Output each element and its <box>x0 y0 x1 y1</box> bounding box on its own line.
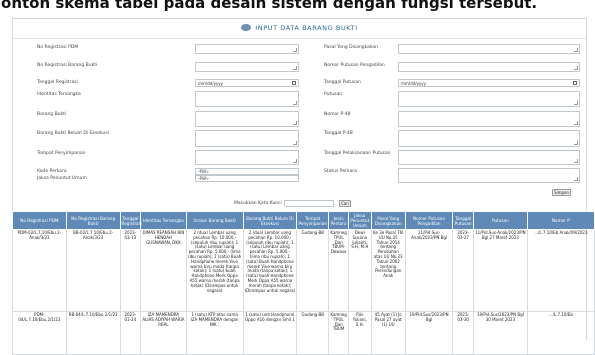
column-header: Barang Bukti Belum Di Eksekusi <box>242 211 298 230</box>
caption-text: Contoh skema tabel pada desain sistem de… <box>0 0 538 12</box>
label-pasal: Pasal Yang Disangkakan <box>324 45 379 50</box>
table-cell: RB-04/L.7.10/Ebu.2/1/23 <box>65 311 121 355</box>
table-cell: 45 Ayat (1) Jo Pasal 27 ayat (1) UU <box>370 311 406 355</box>
document-caption: Contoh skema tabel pada desain sistem de… <box>0 0 595 17</box>
label-tanggal-pelaksanaan: Tanggal Pelaksanaan Putusan <box>324 151 391 156</box>
search-button[interactable]: Cari <box>339 200 351 207</box>
input-status-perkara[interactable] <box>398 168 580 183</box>
table-cell: Gudang-BB <box>296 311 330 355</box>
input-nomor-p48[interactable] <box>398 111 580 127</box>
table-cell: 2 (dua) Lembar uang pecahan Rp. 10.000,-… <box>242 229 298 312</box>
table-cell: 1 (satu) KTP atas nama IZA MAMENDRA deng… <box>185 311 244 355</box>
column-header: Nomor Putusan Pengadilan <box>404 211 454 230</box>
label-tanggal-p48: Tanggal P-48 <box>324 131 353 136</box>
table-cell: Riki Yuliani, S.H. <box>347 311 372 355</box>
table-cell: IZA MAMENDRA ALIAS ADIYAH WARIA REAL <box>140 311 187 355</box>
input-tanggal-registrasi[interactable]: mm/dd/yyyy <box>195 79 299 87</box>
label-bb-belum-eksekusi: Barang Bukti Belum Di Eksekusi <box>37 131 109 136</box>
label-nomor-p48: Nomor P-48 <box>324 112 351 117</box>
table-cell: 19/Pid.Sus/2023/PN Bgl 30 Maret 2023 <box>472 311 528 355</box>
input-nomor-putusan[interactable] <box>398 62 580 72</box>
table-cell: 2 (dua) Lembar uang pecahan Rp. 10.000,-… <box>185 229 244 312</box>
calendar-icon[interactable] <box>292 81 296 85</box>
input-tempat-penyimpanan[interactable] <box>195 150 299 165</box>
input-tanggal-p48[interactable] <box>398 130 580 147</box>
app-logo-icon <box>241 23 252 31</box>
input-no-registrasi-pdm[interactable] <box>195 44 299 54</box>
table-cell: 2023-03-27 <box>452 229 474 312</box>
column-header: No Registrasi Barang Bukti <box>65 211 121 230</box>
label-tanggal-registrasi: Tanggal Registrasi <box>37 80 78 85</box>
label-no-registrasi-pdm: No Registrasi PDM <box>37 45 79 50</box>
column-header: Uraian Barang Bukti <box>185 211 244 230</box>
label-kode-perkara: Kode Perkara <box>37 169 67 174</box>
table-cell: PDM-02/L.7.10/Ebu.2-Anak/3/23 <box>12 229 67 312</box>
label-jaksa-penuntut-umum: Jaksa Penuntut Umum <box>37 176 87 181</box>
calendar-icon[interactable] <box>573 81 577 85</box>
column-header: Nomor P <box>526 211 595 230</box>
table-header-row: No Registrasi PDM No Registrasi Barang B… <box>12 211 595 230</box>
column-header: Jaksa Penuntut Umum <box>347 211 372 230</box>
label-barang-bukti: Barang Bukti <box>37 112 67 117</box>
table-cell: Kamneg TPUL Dan TBUM-Dewasa <box>328 229 349 312</box>
input-identitas-tersangka[interactable] <box>195 91 299 107</box>
data-table: No Registrasi PDM No Registrasi Barang B… <box>12 211 595 355</box>
page-title-text: Input Data Barang Bukti <box>255 24 358 32</box>
table-cell: Kamneg TPUL Dan TBUM <box>328 311 349 355</box>
column-header: Tempat Penyimpanan <box>296 211 330 230</box>
search-input[interactable] <box>284 200 334 207</box>
column-header: No Registrasi PDM <box>12 211 67 230</box>
input-no-registrasi-bb[interactable] <box>195 62 299 72</box>
column-header: Putusan <box>472 211 528 230</box>
table-row[interactable]: PDM-02/L.7.10/Ebu.2-Anak/3/23 BB-02/L.7.… <box>12 229 595 312</box>
input-barang-bukti[interactable] <box>195 111 299 127</box>
column-header: Tanggal Putusan <box>452 211 474 230</box>
table-cell: .../L.7.10/Eb <box>526 311 595 355</box>
table-cell: 11/Pid.Sus-Anak/2023/PN Bgl 27 Maret 202… <box>472 229 528 312</box>
input-tanggal-pelaksanaan[interactable] <box>398 150 580 165</box>
table-cell: Ke 3e Pasal 76I UU No.35 Tahun 2014 tent… <box>370 229 406 312</box>
label-no-registrasi-bb: No Registrasi Barang Bukti <box>37 63 98 68</box>
table-cell: BB-02/L.7.10/Ebu.2-Anak/3/23 <box>65 229 121 312</box>
table-cell: 2023-03-13 <box>119 229 142 312</box>
select-jaksa-value: -Pilih- <box>198 176 210 181</box>
input-putusan[interactable] <box>398 91 580 107</box>
title-divider <box>13 38 586 39</box>
column-header: Jenis Perkara <box>328 211 349 230</box>
table-cell: Dewi Susana Julianti, S.H, M.H <box>347 229 372 312</box>
label-status-perkara: Status Perkara <box>324 169 357 174</box>
table-cell: 1 (satu) unit Handphone Oppo A16 dengan … <box>242 311 298 355</box>
input-tanggal-putusan[interactable]: mm/dd/yyyy <box>398 79 580 87</box>
table-cell: .../L.7.10/Eb Anak/09/2023 <box>526 229 595 312</box>
column-header: Pasal Yang Disangkakan <box>370 211 406 230</box>
input-bb-belum-eksekusi[interactable] <box>195 130 299 147</box>
table-cell: 19/Pid.Sus/2023/PN Bgl <box>404 311 454 355</box>
label-tempat-penyimpanan: Tempat Penyimpanan <box>37 151 86 156</box>
input-pasal[interactable] <box>398 44 580 54</box>
table-cell: 2023-03-30 <box>452 311 474 355</box>
date-placeholder: mm/dd/yyyy <box>401 81 427 86</box>
select-jaksa-penuntut-umum[interactable]: -Pilih- <box>195 175 299 182</box>
column-header: Identitas Tersangka <box>140 211 187 230</box>
date-placeholder: mm/dd/yyyy <box>198 81 224 86</box>
table-cell: 2023-01-24 <box>119 311 142 355</box>
label-putusan: Putusan <box>324 92 343 97</box>
table-cell: PDM-04/L.7.10/Ebu.2/1/23 <box>12 311 67 355</box>
table-cell: 11/Pid.Sus-Anak/2023/PN Bgl <box>404 229 454 312</box>
label-nomor-putusan: Nomor Putusan Pengadilan <box>324 63 385 68</box>
column-header: Tanggal Registrasi <box>119 211 142 230</box>
table-cell: Gudang-BB <box>296 229 330 312</box>
label-tanggal-putusan: Tanggal Putusan <box>324 80 361 85</box>
save-button[interactable]: Simpan <box>552 189 571 196</box>
table-cell: DIMAS REANSAH BIN HENDAH GUSNAWAN, DKK <box>140 229 187 312</box>
search-label: Masukkan Kata Kunci <box>234 201 282 206</box>
label-identitas-tersangka: Identitas Tersangka <box>37 92 81 97</box>
table-row[interactable]: PDM-04/L.7.10/Ebu.2/1/23 RB-04/L.7.10/Eb… <box>12 311 595 355</box>
page-title: Input Data Barang Bukti <box>13 19 586 38</box>
select-kode-perkara[interactable]: -Pilih- <box>195 168 299 175</box>
